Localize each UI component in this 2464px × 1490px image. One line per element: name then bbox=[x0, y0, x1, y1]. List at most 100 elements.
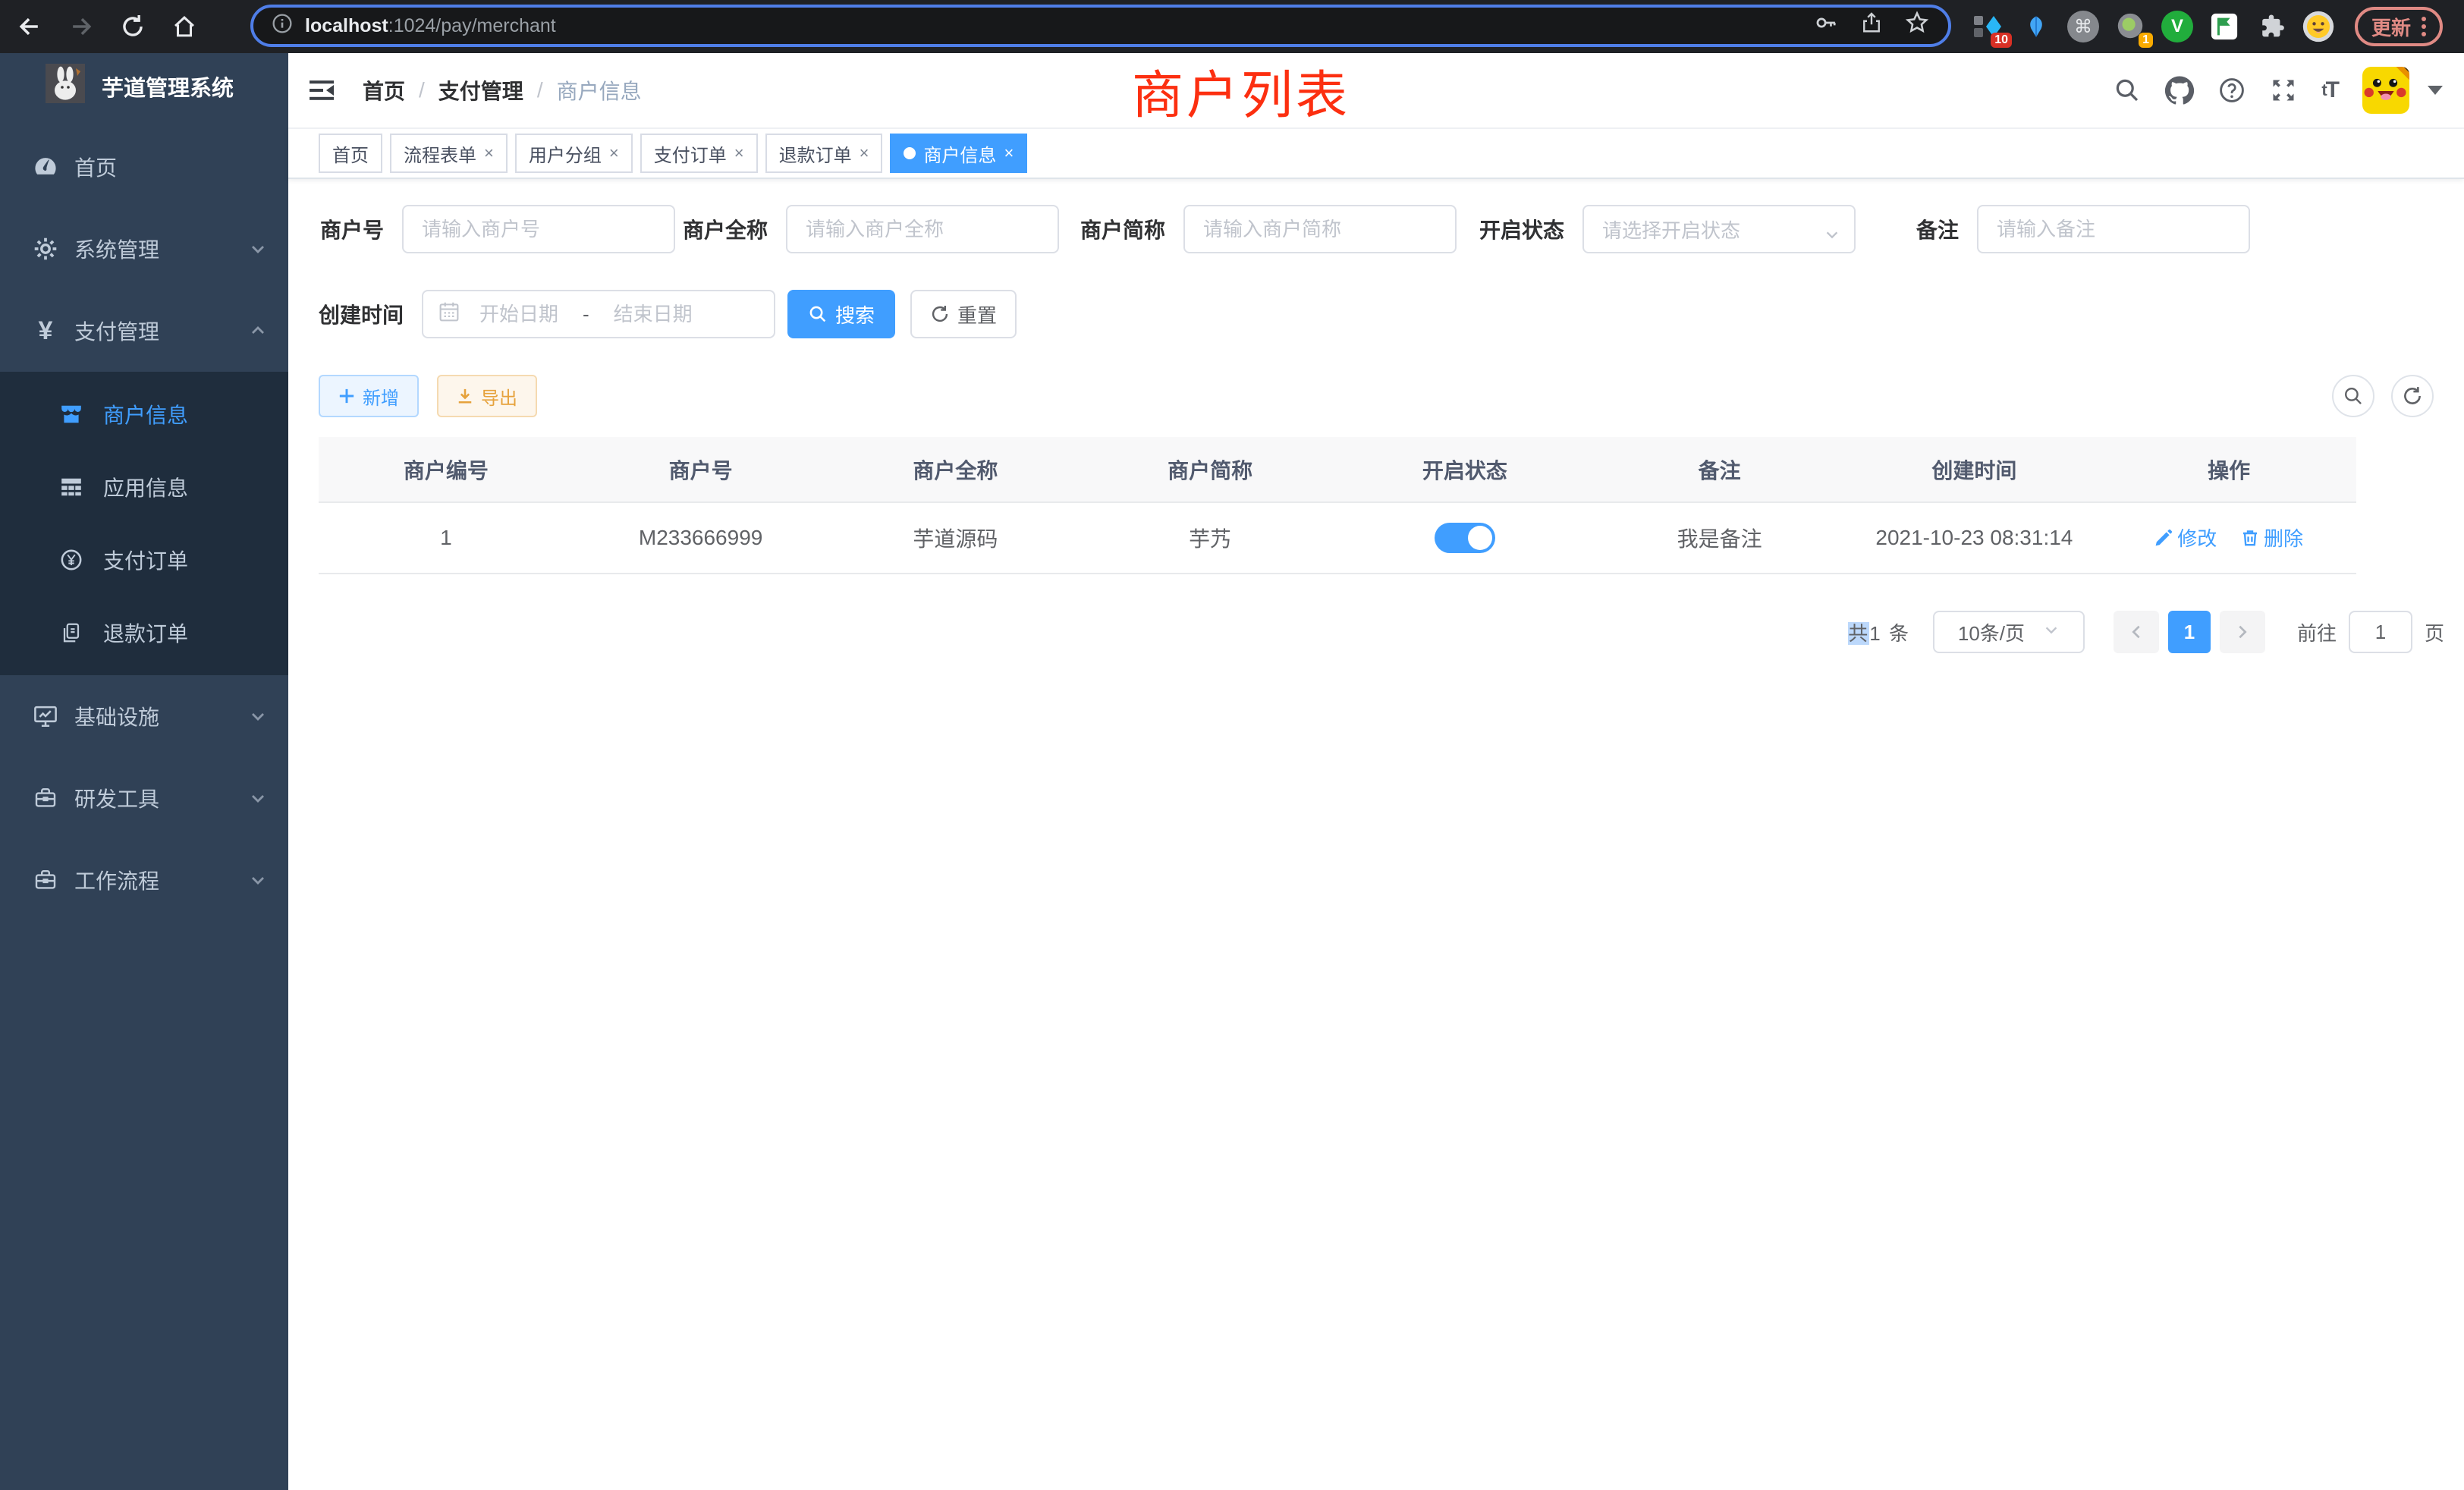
user-avatar[interactable] bbox=[2362, 67, 2409, 114]
reset-button-label: 重置 bbox=[957, 300, 997, 328]
page-size-select[interactable]: 10条/页 bbox=[1933, 611, 2085, 653]
total-rest: 1 条 bbox=[1869, 622, 1910, 645]
logo-rabbit-icon bbox=[46, 64, 85, 109]
search-button[interactable]: 搜索 bbox=[787, 290, 895, 338]
sidebar-item-workflow[interactable]: 工作流程 bbox=[0, 839, 288, 921]
sidebar-item-label: 研发工具 bbox=[74, 783, 249, 813]
status-select[interactable]: 请选择开启状态 bbox=[1582, 205, 1856, 253]
tags-view-bar: 首页 流程表单 × 用户分组 × 支付订单 × 退款订单 × bbox=[288, 129, 2464, 179]
status-toggle[interactable] bbox=[1435, 523, 1495, 553]
extension-record-icon[interactable]: 1 bbox=[2114, 10, 2147, 43]
bookmark-star-icon[interactable] bbox=[1904, 10, 1930, 42]
browser-home-icon[interactable] bbox=[170, 12, 199, 41]
extension-kite-icon[interactable] bbox=[2019, 10, 2053, 43]
avatar-caret-icon[interactable] bbox=[2428, 86, 2443, 95]
sidebar-fold-icon[interactable] bbox=[306, 74, 340, 107]
pagination: 共1 条 10条/页 1 前往 bbox=[319, 611, 2444, 653]
share-icon[interactable] bbox=[1860, 11, 1883, 40]
breadcrumb-home[interactable]: 首页 bbox=[363, 75, 405, 105]
sidebar-item-pay-order[interactable]: 支付订单 bbox=[0, 523, 288, 596]
pay-submenu: 商户信息 应用信息 支付订单 bbox=[0, 372, 288, 675]
sidebar-item-system[interactable]: 系统管理 bbox=[0, 208, 288, 290]
merchant-table: 商户编号 商户号 商户全称 商户简称 开启状态 备注 创建时间 操作 1 bbox=[319, 437, 2356, 574]
font-size-icon[interactable]: tT bbox=[2321, 77, 2338, 103]
col-actions: 操作 bbox=[2101, 437, 2356, 502]
browser-back-icon[interactable] bbox=[15, 12, 44, 41]
sidebar-item-label: 应用信息 bbox=[103, 472, 288, 502]
breadcrumb-pay[interactable]: 支付管理 bbox=[438, 75, 523, 105]
col-short-name: 商户简称 bbox=[1083, 437, 1337, 502]
sidebar-item-infrastructure[interactable]: 基础设施 bbox=[0, 675, 288, 757]
chevron-up-icon bbox=[249, 322, 267, 340]
refresh-icon-button[interactable] bbox=[2391, 375, 2434, 417]
breadcrumb-separator: / bbox=[537, 78, 543, 102]
col-merchant-no: 商户号 bbox=[574, 437, 828, 502]
create-time-range-picker[interactable]: - bbox=[422, 290, 775, 338]
export-button[interactable]: 导出 bbox=[437, 375, 537, 417]
tag-label: 退款订单 bbox=[779, 140, 852, 167]
sidebar-item-home[interactable]: 首页 bbox=[0, 126, 288, 208]
short-name-input[interactable] bbox=[1183, 205, 1457, 253]
extensions-puzzle-icon[interactable] bbox=[2255, 10, 2288, 43]
search-icon[interactable] bbox=[2114, 77, 2141, 104]
close-icon[interactable]: × bbox=[734, 143, 744, 163]
next-page-button[interactable] bbox=[2220, 611, 2265, 653]
close-icon[interactable]: × bbox=[484, 143, 494, 163]
top-navbar: 首页 / 支付管理 / 商户信息 bbox=[288, 53, 2464, 129]
reset-button[interactable]: 重置 bbox=[910, 290, 1017, 338]
sidebar-item-pay[interactable]: ¥ 支付管理 bbox=[0, 290, 288, 372]
grid-icon bbox=[59, 475, 83, 499]
extension-diamond-icon[interactable]: 10 bbox=[1972, 10, 2006, 43]
prev-page-button[interactable] bbox=[2114, 611, 2159, 653]
merchant-no-input[interactable] bbox=[402, 205, 675, 253]
app-logo[interactable]: 芋道管理系统 bbox=[0, 53, 288, 120]
goto-page-input[interactable] bbox=[2349, 611, 2412, 653]
extension-vue-icon[interactable]: V bbox=[2161, 10, 2194, 43]
sidebar-item-app-info[interactable]: 应用信息 bbox=[0, 451, 288, 523]
browser-profile-avatar[interactable] bbox=[2302, 10, 2335, 43]
extension-badge: 10 bbox=[1991, 33, 2012, 48]
edit-link[interactable]: 修改 bbox=[2154, 523, 2217, 552]
tag-user-group[interactable]: 用户分组 × bbox=[515, 134, 633, 173]
close-icon[interactable]: × bbox=[860, 143, 869, 163]
tag-label: 商户信息 bbox=[923, 140, 996, 167]
sidebar-item-label: 基础设施 bbox=[74, 701, 249, 731]
page-number-button[interactable]: 1 bbox=[2168, 611, 2211, 653]
url-text[interactable]: localhost:1024/pay/merchant bbox=[305, 15, 1813, 37]
sidebar-item-dev-tools[interactable]: 研发工具 bbox=[0, 757, 288, 839]
delete-link[interactable]: 删除 bbox=[2241, 523, 2303, 552]
extension-badge: 1 bbox=[2139, 33, 2153, 48]
add-button[interactable]: 新增 bbox=[319, 375, 419, 417]
table-header-row: 商户编号 商户号 商户全称 商户简称 开启状态 备注 创建时间 操作 bbox=[319, 437, 2356, 502]
sidebar-item-refund-order[interactable]: 退款订单 bbox=[0, 596, 288, 669]
close-icon[interactable]: × bbox=[1004, 143, 1014, 163]
browser-reload-icon[interactable] bbox=[118, 12, 147, 41]
tag-home[interactable]: 首页 bbox=[319, 134, 382, 173]
remark-input[interactable] bbox=[1977, 205, 2250, 253]
tag-process-form[interactable]: 流程表单 × bbox=[390, 134, 508, 173]
browser-update-button[interactable]: 更新 bbox=[2355, 7, 2443, 46]
start-date-input[interactable] bbox=[463, 303, 575, 326]
end-date-input[interactable] bbox=[597, 303, 709, 326]
hide-search-icon-button[interactable] bbox=[2332, 375, 2374, 417]
breadcrumb: 首页 / 支付管理 / 商户信息 bbox=[363, 75, 642, 105]
site-info-icon[interactable] bbox=[272, 12, 293, 40]
sidebar-item-merchant-info[interactable]: 商户信息 bbox=[0, 378, 288, 451]
fullscreen-icon[interactable] bbox=[2270, 77, 2297, 104]
filter-row-1: 商户号 商户全称 商户简称 开启状态 请选择开启状态 备注 bbox=[319, 205, 2434, 253]
extension-command-icon[interactable]: ⌘ bbox=[2066, 10, 2100, 43]
sidebar: 芋道管理系统 首页 系统管理 bbox=[0, 53, 288, 1490]
full-name-input[interactable] bbox=[786, 205, 1059, 253]
close-icon[interactable]: × bbox=[609, 143, 619, 163]
url-bar[interactable]: localhost:1024/pay/merchant bbox=[250, 5, 1951, 47]
tag-refund-order[interactable]: 退款订单 × bbox=[765, 134, 883, 173]
tag-merchant-info[interactable]: 商户信息 × bbox=[890, 134, 1027, 173]
extension-flag-icon[interactable] bbox=[2208, 10, 2241, 43]
password-key-icon[interactable] bbox=[1813, 10, 1839, 42]
help-icon[interactable] bbox=[2218, 77, 2246, 104]
browser-menu-icon[interactable] bbox=[2422, 17, 2426, 36]
browser-forward-icon[interactable] bbox=[67, 12, 96, 41]
github-icon[interactable] bbox=[2165, 76, 2194, 105]
chevron-down-icon bbox=[249, 240, 267, 258]
tag-pay-order[interactable]: 支付订单 × bbox=[640, 134, 758, 173]
